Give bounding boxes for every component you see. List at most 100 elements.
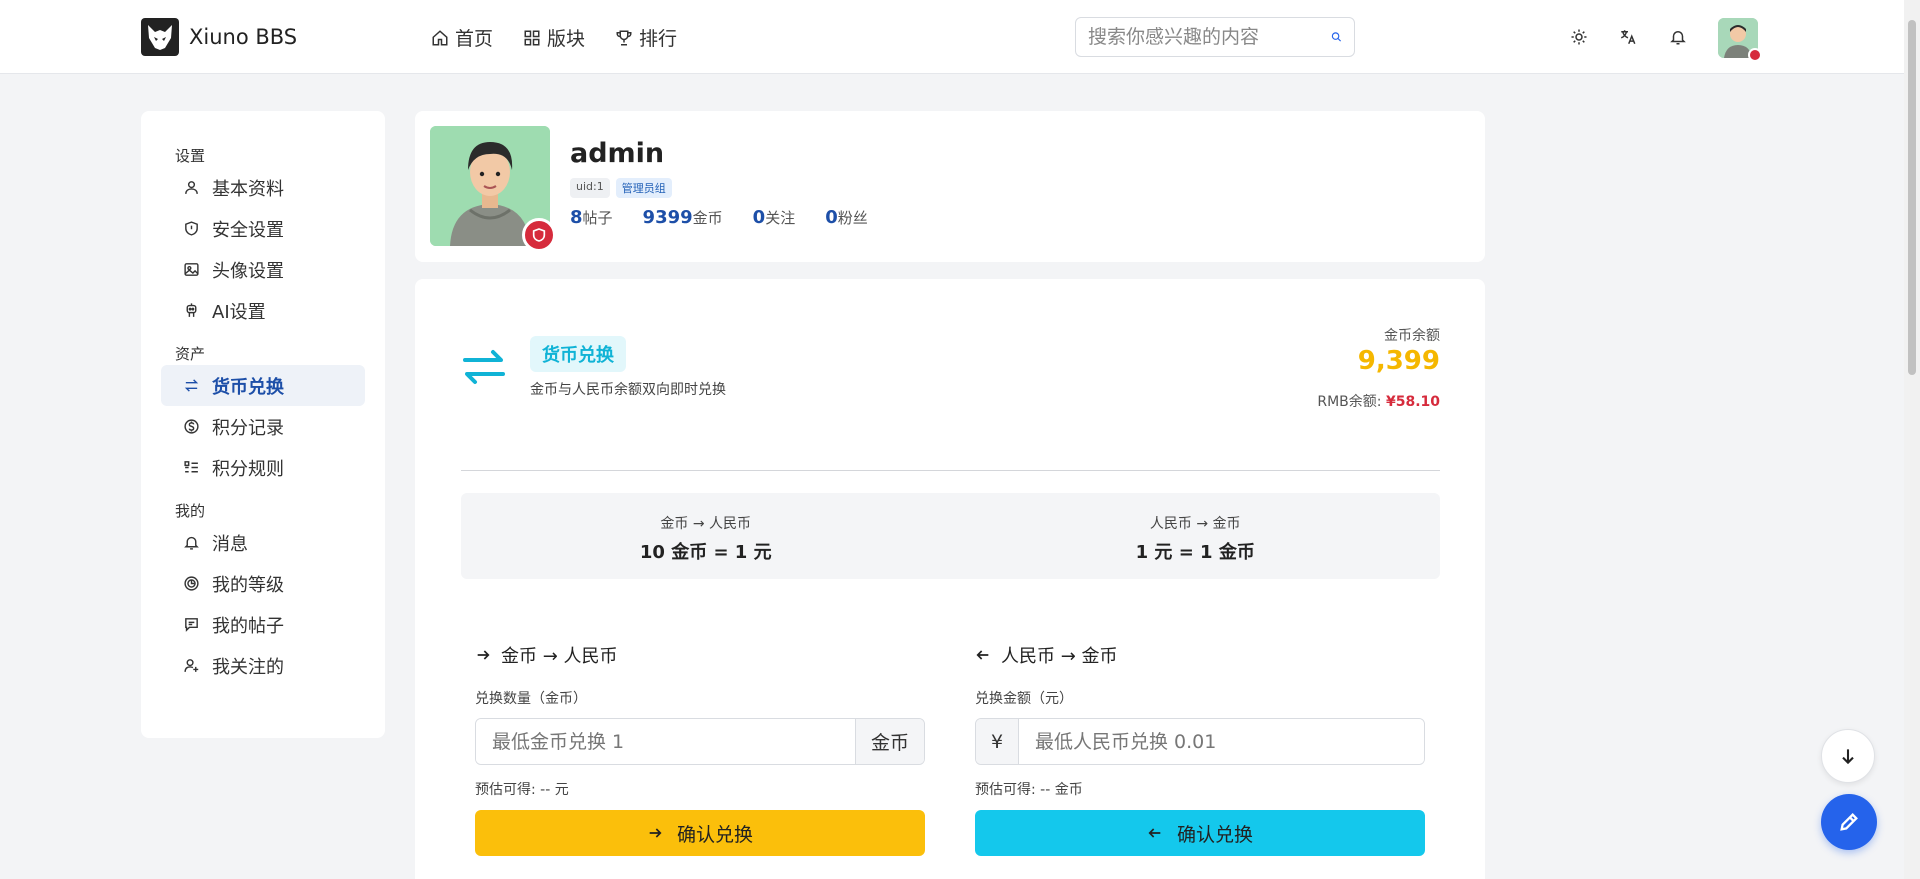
- sidebar-item-avatar[interactable]: 头像设置: [161, 249, 365, 290]
- stat-followers[interactable]: 0粉丝: [825, 207, 868, 228]
- sidebar-item-label: 我的帖子: [212, 615, 284, 637]
- coin-balance-label: 金币余额: [1384, 328, 1440, 344]
- nav-home-label: 首页: [455, 28, 494, 50]
- rmb-amount-input[interactable]: [1019, 719, 1424, 764]
- translate-icon: [1620, 30, 1636, 45]
- arrow-right-icon: [649, 828, 662, 838]
- coin-to-rmb-panel: 金币 → 人民币 兑换数量（金币） 金币 预估可得: -- 元 确认兑换: [475, 640, 925, 856]
- shield-icon: [532, 228, 546, 242]
- site-name: Xiuno BBS: [189, 25, 298, 49]
- uid-badge: uid:1: [570, 178, 610, 198]
- scrollbar-thumb[interactable]: [1908, 20, 1916, 375]
- wolf-logo-icon: [141, 18, 179, 56]
- nav-ranking-label: 排行: [639, 28, 678, 50]
- stat-value: 0: [825, 207, 838, 228]
- panel-title: 人民币 → 金币: [975, 640, 1425, 670]
- theme-toggle-button[interactable]: [1568, 26, 1590, 48]
- sidebar-item-security[interactable]: 安全设置: [161, 208, 365, 249]
- profile-avatar: [430, 126, 556, 252]
- sidebar-group-settings: 设置: [175, 147, 206, 165]
- stat-value: 8: [570, 207, 583, 228]
- admin-status-dot: [1748, 48, 1762, 62]
- rmb-balance-label: RMB余额:: [1317, 394, 1382, 410]
- panel-title-text: 金币 → 人民币: [501, 646, 618, 667]
- exchange-rates: 金币 → 人民币 10 金币 = 1 元 人民币 → 金币 1 元 = 1 金币: [461, 493, 1440, 579]
- rmb-balance-value: ¥58.10: [1385, 394, 1440, 410]
- page-scrollbar[interactable]: [1904, 0, 1920, 879]
- section-divider: [461, 470, 1440, 471]
- sidebar-item-exchange[interactable]: 货币兑换: [161, 365, 365, 406]
- stat-following[interactable]: 0关注: [753, 207, 796, 228]
- sidebar-item-label: 消息: [212, 533, 248, 555]
- image-icon: [184, 263, 199, 276]
- rmb-amount-group: ¥: [975, 718, 1425, 765]
- home-icon: [432, 29, 448, 45]
- new-post-button[interactable]: [1821, 794, 1877, 850]
- rmb-balance: RMB余额: ¥58.10: [1317, 391, 1440, 411]
- nav-home[interactable]: 首页: [431, 24, 493, 51]
- stat-label: 金币: [692, 209, 723, 227]
- rate-value: 10 金币 = 1 元: [639, 542, 772, 563]
- group-badge: 管理员组: [615, 178, 672, 198]
- exchange-title: 货币兑换: [530, 336, 626, 372]
- sidebar-item-following[interactable]: 我关注的: [161, 645, 365, 686]
- profile-badges: uid:1 管理员组: [570, 178, 672, 198]
- exchange-card: 货币兑换 金币与人民币余额双向即时兑换 金币余额 9,399 RMB余额: ¥5…: [415, 279, 1485, 879]
- exchange-description: 金币与人民币余额双向即时兑换: [530, 382, 726, 398]
- sidebar-item-points-log[interactable]: 积分记录: [161, 406, 365, 447]
- search-input[interactable]: [1088, 26, 1331, 48]
- arrow-left-icon: [976, 650, 989, 660]
- coin-unit-addon: 金币: [854, 719, 924, 764]
- list-rules-icon: [184, 461, 198, 473]
- rate-rmb-to-coin: 人民币 → 金币 1 元 = 1 金币: [951, 493, 1441, 579]
- nav-forums[interactable]: 版块: [523, 24, 585, 51]
- coin-amount-input[interactable]: [476, 719, 855, 764]
- sidebar-item-messages[interactable]: 消息: [161, 522, 365, 563]
- stat-posts[interactable]: 8帖子: [570, 207, 613, 228]
- language-button[interactable]: [1617, 26, 1639, 48]
- scroll-down-button[interactable]: [1821, 729, 1875, 783]
- confirm-rmb-to-coin-button[interactable]: 确认兑换: [975, 810, 1425, 856]
- yuan-symbol-addon: ¥: [976, 719, 1019, 764]
- stat-value: 0: [752, 207, 766, 228]
- user-avatar-button[interactable]: [1718, 18, 1762, 62]
- sidebar-item-ai[interactable]: AI设置: [161, 290, 365, 331]
- stat-coins[interactable]: 9399金币: [643, 207, 723, 228]
- estimate-text: 预估可得: -- 元: [475, 782, 569, 798]
- sidebar-item-label: 积分规则: [212, 458, 284, 480]
- sidebar-item-label: 头像设置: [212, 260, 284, 282]
- admin-shield-badge: [522, 218, 556, 252]
- field-label: 兑换金额（元）: [975, 691, 1073, 707]
- sidebar-item-label: 我的等级: [212, 574, 284, 596]
- sidebar-group-assets: 资产: [175, 345, 206, 363]
- sidebar-item-points-rules[interactable]: 积分规则: [161, 447, 365, 488]
- panel-title: 金币 → 人民币: [475, 640, 925, 670]
- confirm-coin-to-rmb-button[interactable]: 确认兑换: [475, 810, 925, 856]
- settings-sidebar: 设置 基本资料 安全设置 头像设置 AI设置 资产 货币兑换 积分记录 积分规则…: [141, 111, 385, 738]
- profile-stats: 8帖子 9399金币 0关注 0粉丝: [570, 207, 868, 228]
- shield-icon: [185, 221, 198, 236]
- sidebar-item-label: 积分记录: [212, 417, 284, 439]
- sidebar-item-my-posts[interactable]: 我的帖子: [161, 604, 365, 645]
- bell-icon: [1670, 31, 1686, 45]
- nav-ranking[interactable]: 排行: [615, 24, 677, 51]
- main-nav: 首页 版块 排行: [431, 24, 677, 51]
- bell-icon: [184, 536, 199, 550]
- estimate-text: 预估可得: -- 金币: [975, 782, 1083, 798]
- user-icon: [185, 181, 198, 194]
- sidebar-item-label: 货币兑换: [212, 376, 284, 398]
- field-label: 兑换数量（金币）: [475, 691, 587, 707]
- site-logo[interactable]: Xiuno BBS: [141, 18, 297, 56]
- level-badge-icon: [184, 576, 199, 591]
- sidebar-item-profile[interactable]: 基本资料: [161, 167, 365, 208]
- user-plus-icon: [184, 659, 199, 672]
- rate-label: 金币 → 人民币: [660, 516, 752, 532]
- sidebar-item-label: 安全设置: [212, 219, 284, 241]
- notifications-button[interactable]: [1667, 26, 1689, 48]
- rate-coin-to-rmb: 金币 → 人民币 10 金币 = 1 元: [461, 493, 951, 579]
- sidebar-item-level[interactable]: 我的等级: [161, 563, 365, 604]
- stat-label: 关注: [765, 209, 796, 227]
- search-icon[interactable]: [1331, 28, 1342, 46]
- stat-label: 帖子: [582, 209, 613, 227]
- sidebar-item-label: 我关注的: [212, 656, 284, 678]
